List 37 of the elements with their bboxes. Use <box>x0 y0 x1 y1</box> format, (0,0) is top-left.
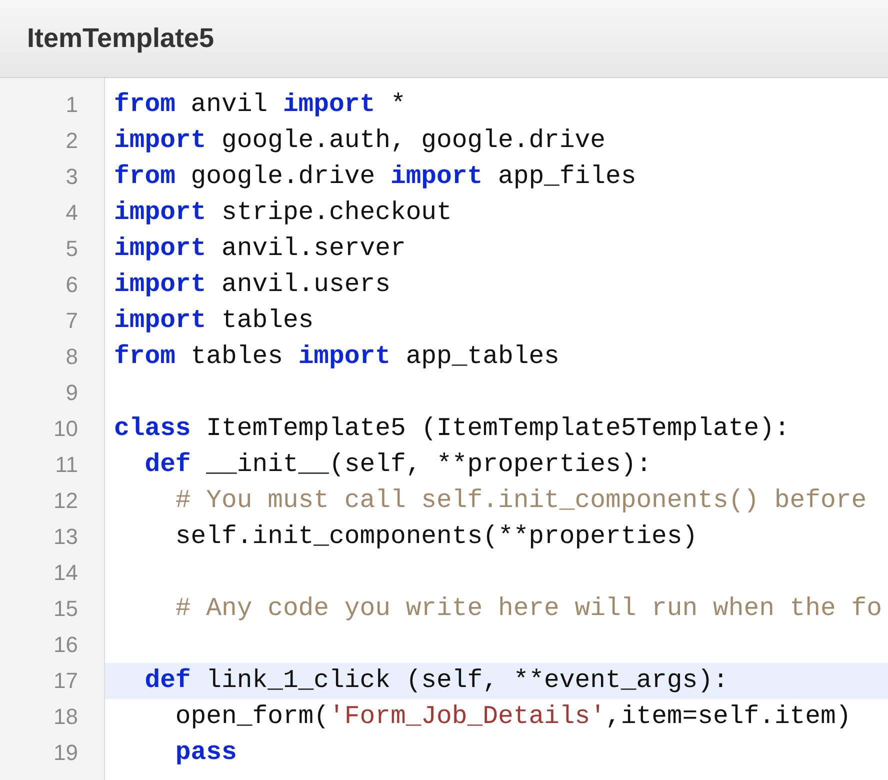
line-number: 15 <box>52 595 79 623</box>
code-line: import stripe.checkout <box>114 198 452 227</box>
code-line: from anvil import * <box>114 90 406 119</box>
line-number: 16 <box>52 631 79 659</box>
window-title: ItemTemplate5 <box>27 22 214 55</box>
line-number: 17 <box>52 667 79 695</box>
line-number: 4 <box>64 199 79 227</box>
line-number: 11 <box>54 451 79 479</box>
line-number: 10 <box>52 415 79 443</box>
line-number: 2 <box>64 127 79 155</box>
code-editor[interactable] <box>0 78 888 780</box>
line-number: 18 <box>52 703 79 731</box>
code-line: from tables import app_tables <box>114 342 560 371</box>
line-number: 8 <box>64 343 79 371</box>
line-number: 1 <box>64 91 79 119</box>
line-number: 6 <box>64 271 79 299</box>
line-number: 12 <box>52 487 79 515</box>
code-line: def __init__(self, **properties): <box>144 450 652 479</box>
line-number: 13 <box>52 523 79 551</box>
line-number: 3 <box>64 163 79 191</box>
code-line: # You must call self.init_components() before <box>174 486 867 515</box>
code-line: def link_1_click (self, **event_args): <box>144 666 728 695</box>
code-line: open_form('Form_Job_Details',item=self.item) <box>174 702 852 731</box>
code-line: import google.auth, google.drive <box>114 126 606 155</box>
code-line: import anvil.server <box>114 234 406 263</box>
line-number: 14 <box>52 559 79 587</box>
code-line: import anvil.users <box>114 270 390 299</box>
code-line: from google.drive import app_files <box>114 162 636 191</box>
code-line: # Any code you write here will run when the fo <box>174 594 882 623</box>
code-line: self.init_components(**properties) <box>174 522 698 551</box>
line-number: 7 <box>64 307 79 335</box>
code-line: import tables <box>114 306 314 335</box>
code-line: class ItemTemplate5 (ItemTemplate5Template): <box>114 414 790 443</box>
code-line: pass <box>174 738 237 767</box>
line-number: 9 <box>64 379 79 407</box>
line-number: 5 <box>64 235 79 263</box>
line-number: 19 <box>52 739 79 767</box>
